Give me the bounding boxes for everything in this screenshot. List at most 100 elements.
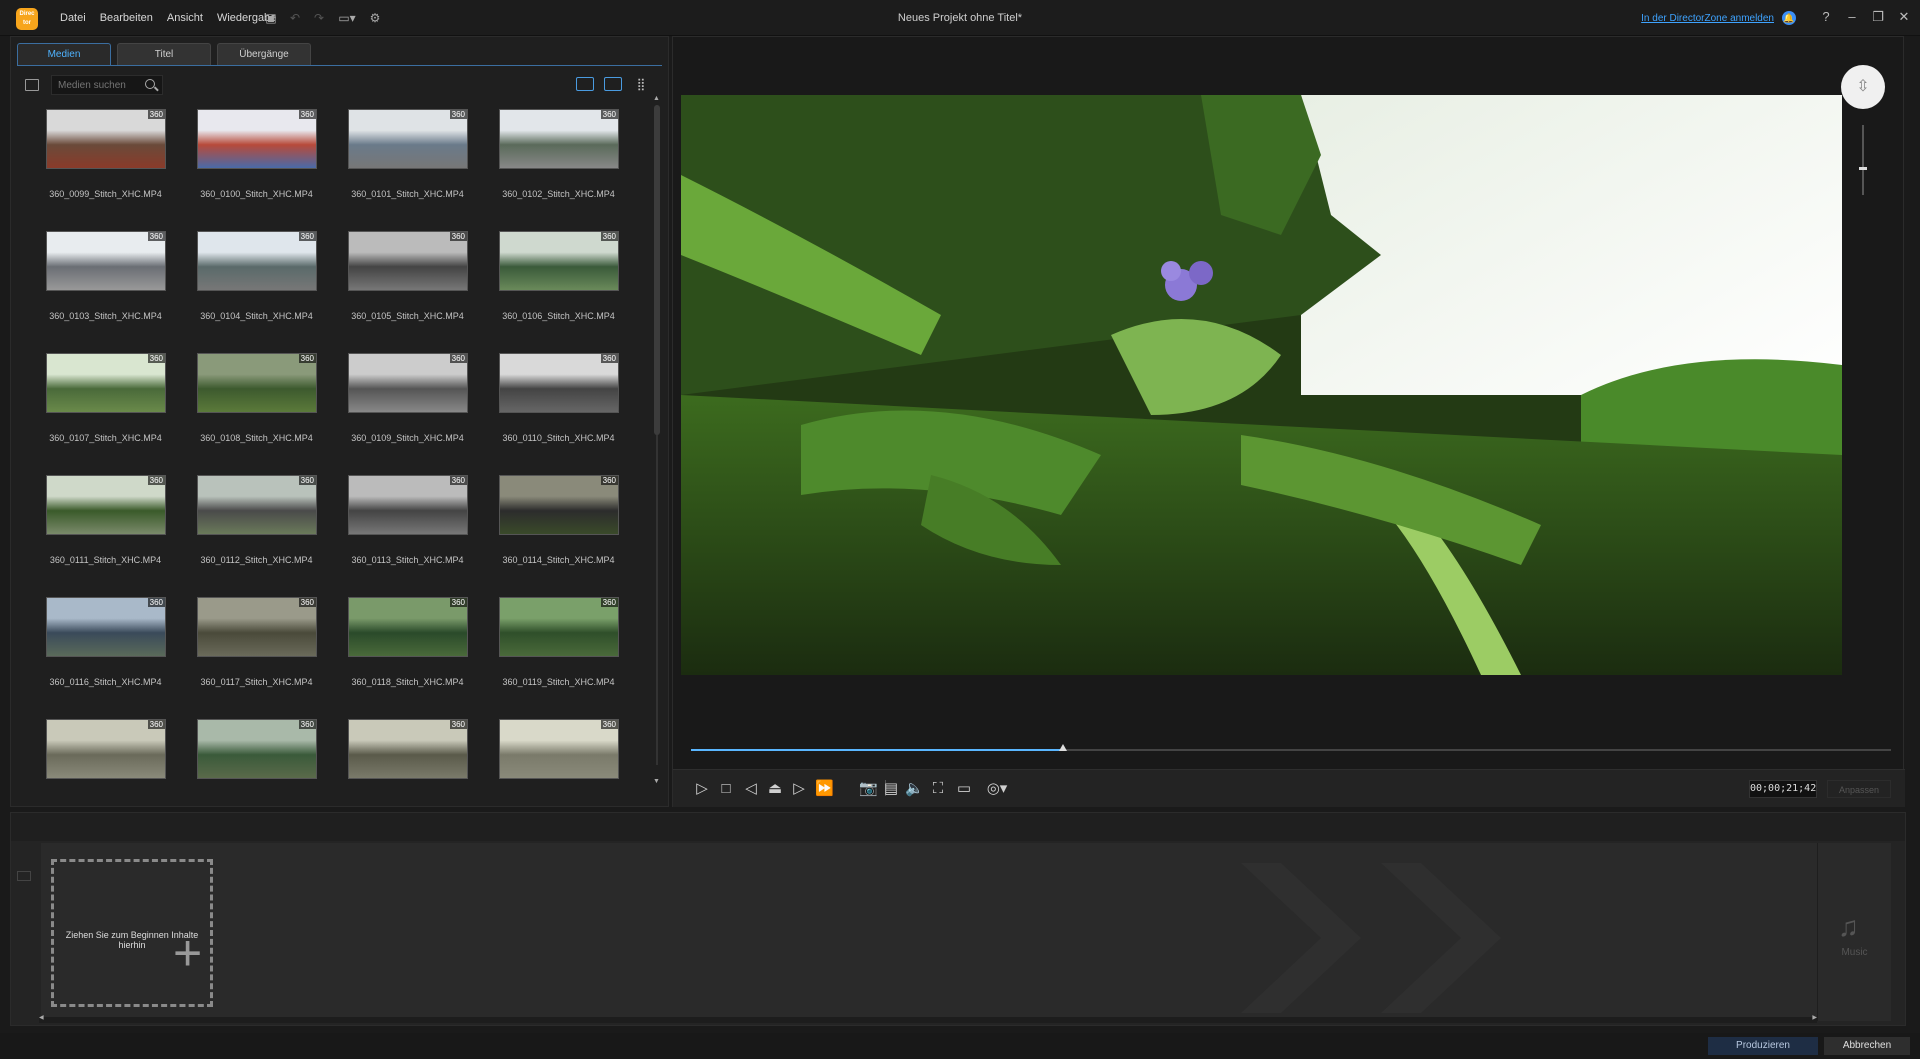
next-frame-icon[interactable]: ▷	[790, 780, 808, 798]
thumbnail-filename: 360_0110_Stitch_XHC.MP4	[502, 433, 615, 443]
fast-forward-icon[interactable]: ⏩	[815, 780, 834, 798]
play-icon[interactable]: ▷	[693, 780, 711, 798]
media-thumbnail[interactable]: 360	[184, 719, 335, 789]
close-icon[interactable]: ✕	[1898, 9, 1910, 25]
media-thumbnail[interactable]: 360 360_0105_Stitch_XHC.MP4	[335, 231, 486, 353]
media-thumbnail[interactable]: 360 360_0112_Stitch_XHC.MP4	[184, 475, 335, 597]
thumbnail-image: 360	[197, 475, 317, 535]
360-badge: 360	[600, 354, 618, 363]
scroll-down-icon[interactable]: ▼	[653, 778, 660, 785]
fullscreen-icon[interactable]: ⛶	[929, 780, 947, 798]
thumbnail-image: 360	[46, 475, 166, 535]
media-thumbnail[interactable]: 360 360_0117_Stitch_XHC.MP4	[184, 597, 335, 719]
help-icon[interactable]: ?	[1820, 9, 1832, 25]
thumbnail-image: 360	[348, 231, 468, 291]
snapshot-icon[interactable]: 📷	[859, 780, 878, 798]
restore-icon[interactable]: ❐	[1872, 9, 1884, 25]
360-badge: 360	[449, 598, 467, 607]
media-thumbnail[interactable]: 360 360_0119_Stitch_XHC.MP4	[486, 597, 637, 719]
tab-titel[interactable]: Titel	[117, 43, 211, 65]
tab-medien[interactable]: Medien	[17, 43, 111, 65]
360-badge: 360	[147, 598, 165, 607]
timeline-scrollbar[interactable]	[39, 1014, 1817, 1023]
produce-button[interactable]: Produzieren	[1708, 1037, 1818, 1055]
thumbnail-filename: 360_0103_Stitch_XHC.MP4	[49, 311, 162, 321]
media-thumbnail[interactable]: 360	[486, 719, 637, 789]
directorzone-signin-link[interactable]: In der DirectorZone anmelden	[1641, 13, 1774, 24]
360-badge: 360	[147, 110, 165, 119]
360-view-icon[interactable]: ◎▾	[983, 780, 1011, 798]
scroll-thumb[interactable]	[654, 105, 660, 435]
360-badge: 360	[449, 110, 467, 119]
music-note-icon: ♫	[1838, 911, 1859, 942]
media-thumbnail[interactable]: 360 360_0110_Stitch_XHC.MP4	[486, 353, 637, 475]
media-thumbnail[interactable]: 360 360_0099_Stitch_XHC.MP4	[33, 109, 184, 231]
360-badge: 360	[449, 720, 467, 729]
media-thumbnail[interactable]: 360	[335, 719, 486, 789]
window-title: Neues Projekt ohne Titel*	[897, 12, 1023, 24]
tab-uebergaenge[interactable]: Übergänge	[217, 43, 311, 65]
notification-bell-icon[interactable]: 🔔	[1782, 11, 1796, 25]
thumbnail-image: 360	[197, 231, 317, 291]
title-bar: Direc tor Datei Bearbeiten Ansicht Wieder…	[0, 0, 1920, 36]
scroll-up-icon[interactable]: ▲	[653, 95, 660, 102]
import-media-icon[interactable]	[25, 79, 39, 91]
thumbnail-filename: 360_0108_Stitch_XHC.MP4	[200, 433, 313, 443]
media-thumbnail[interactable]: 360 360_0104_Stitch_XHC.MP4	[184, 231, 335, 353]
thumbnail-image: 360	[348, 475, 468, 535]
add-content-icon[interactable]: +	[173, 928, 202, 978]
360-navigation-control[interactable]	[1841, 65, 1885, 109]
360-badge: 360	[298, 720, 316, 729]
media-thumbnail[interactable]: 360 360_0101_Stitch_XHC.MP4	[335, 109, 486, 231]
music-label: Music	[1841, 947, 1868, 958]
media-thumbnail[interactable]: 360 360_0114_Stitch_XHC.MP4	[486, 475, 637, 597]
seek-bar[interactable]	[691, 744, 1891, 751]
thumbnail-filename: 360_0107_Stitch_XHC.MP4	[49, 433, 162, 443]
thumbnail-filename: 360_0109_Stitch_XHC.MP4	[351, 433, 464, 443]
media-thumbnail[interactable]: 360 360_0107_Stitch_XHC.MP4	[33, 353, 184, 475]
360-badge: 360	[600, 110, 618, 119]
media-thumbnail[interactable]: 360 360_0116_Stitch_XHC.MP4	[33, 597, 184, 719]
media-thumbnail[interactable]: 360 360_0106_Stitch_XHC.MP4	[486, 231, 637, 353]
search-icon[interactable]	[145, 79, 155, 89]
video-frame	[681, 95, 1842, 675]
minimize-icon[interactable]: –	[1846, 9, 1858, 25]
split-icon[interactable]: ⏏	[766, 780, 784, 798]
cancel-button[interactable]: Abbrechen	[1824, 1037, 1910, 1055]
thumbnail-image: 360	[46, 231, 166, 291]
image-filter-icon[interactable]	[604, 77, 622, 91]
music-track-panel[interactable]: ♫ Music	[1817, 843, 1891, 1021]
video-filter-icon[interactable]	[576, 77, 594, 91]
seek-bar-handle[interactable]	[1059, 744, 1067, 751]
media-thumbnail[interactable]: 360 360_0113_Stitch_XHC.MP4	[335, 475, 486, 597]
storyboard-track[interactable]	[41, 843, 1827, 1021]
preview-quality-dropdown[interactable]: Anpassen	[1827, 780, 1891, 798]
media-thumbnail[interactable]: 360 360_0111_Stitch_XHC.MP4	[33, 475, 184, 597]
360-badge: 360	[298, 110, 316, 119]
previous-frame-icon[interactable]: ◁	[742, 780, 760, 798]
thumbnail-filename: 360_0101_Stitch_XHC.MP4	[351, 189, 464, 199]
grid-view-icon[interactable]: ⣿	[632, 77, 650, 91]
storyboard-area: Ziehen Sie zum Beginnen Inhalte hierhin …	[10, 812, 1906, 1026]
media-thumbnail[interactable]: 360 360_0118_Stitch_XHC.MP4	[335, 597, 486, 719]
library-scrollbar[interactable]: ▲ ▼	[653, 95, 660, 785]
track-toggle-icon[interactable]	[17, 871, 31, 881]
thumbnail-filename: 360_0105_Stitch_XHC.MP4	[351, 311, 464, 321]
thumbnail-filename: 360_0099_Stitch_XHC.MP4	[49, 189, 162, 199]
360-badge: 360	[600, 720, 618, 729]
cast-icon[interactable]: ▭	[955, 780, 973, 798]
media-thumbnail[interactable]: 360 360_0103_Stitch_XHC.MP4	[33, 231, 184, 353]
media-thumbnail[interactable]: 360 360_0100_Stitch_XHC.MP4	[184, 109, 335, 231]
zoom-slider[interactable]	[1862, 125, 1864, 195]
video-preview[interactable]	[681, 95, 1842, 675]
media-thumbnail[interactable]: 360 360_0102_Stitch_XHC.MP4	[486, 109, 637, 231]
media-thumbnail[interactable]: 360 360_0109_Stitch_XHC.MP4	[335, 353, 486, 475]
media-thumbnail[interactable]: 360	[33, 719, 184, 789]
media-thumbnail[interactable]: 360 360_0108_Stitch_XHC.MP4	[184, 353, 335, 475]
volume-icon[interactable]: 🔈	[905, 780, 924, 798]
stop-icon[interactable]: □	[717, 780, 735, 798]
media-library-panel: Medien Titel Übergänge ⣿ 360 360_0099_Sti…	[10, 36, 669, 807]
zoom-slider-handle[interactable]	[1859, 167, 1867, 170]
subtitle-icon[interactable]: ▤	[882, 780, 900, 798]
thumbnail-filename: 360_0102_Stitch_XHC.MP4	[502, 189, 615, 199]
